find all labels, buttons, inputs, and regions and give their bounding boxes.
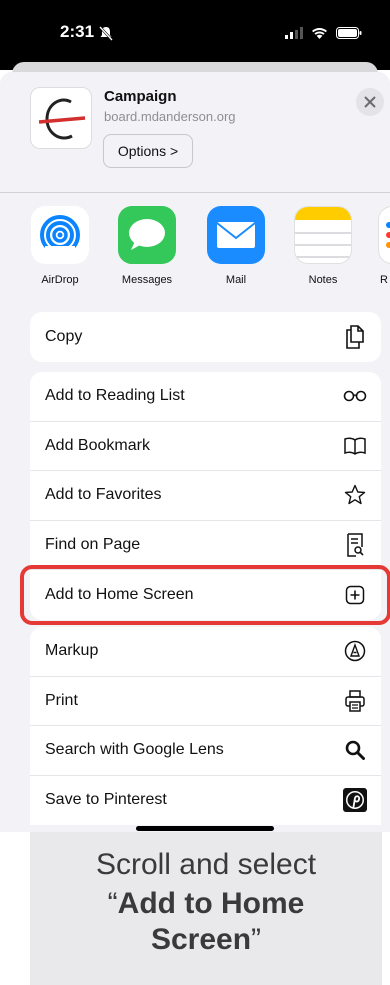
copy-icon [343,324,367,349]
action-label: Add to Reading List [45,387,185,405]
book-icon [343,434,367,458]
options-label: Options > [117,143,179,159]
site-url: board.mdanderson.org [104,109,236,124]
action-print[interactable]: Print [30,677,381,726]
app-label: Mail [225,274,247,286]
printer-icon [343,689,367,713]
actions-group-more: Markup Print Search with Google Lens Sav… [30,627,381,825]
share-apps-row[interactable]: AirDrop Messages Mail Notes R [0,202,390,292]
action-label: Print [45,691,78,709]
share-sheet[interactable]: Campaign board.mdanderson.org Options > [0,72,390,832]
silent-bell-icon [99,26,113,41]
caption-close-quote: ” [251,923,262,956]
app-reminders[interactable]: R [378,206,390,286]
action-label: Save to Pinterest [45,791,167,809]
caption-bold-text: Add to Home Screen [117,887,305,956]
caption-line2: “Add to Home Screen” [30,886,382,958]
action-copy[interactable]: Copy [30,312,381,362]
status-icons [285,24,362,42]
airdrop-icon [31,206,89,264]
battery-icon [336,27,362,39]
options-button[interactable]: Options > [103,134,193,168]
app-label: Messages [121,274,173,286]
action-find-on-page[interactable]: Find on Page [30,521,381,570]
notes-icon [294,206,352,264]
action-label: Search with Google Lens [45,741,224,759]
pinterest-icon [343,788,367,813]
app-mail[interactable]: Mail [205,206,267,286]
signal-icon [285,27,303,39]
caption-line1: Scroll and select [95,848,317,881]
site-logo-icon [30,87,92,149]
messages-icon [118,206,176,264]
site-title: Campaign [104,88,177,105]
app-label: AirDrop [41,274,79,286]
status-bar: 2:31 [0,0,390,70]
close-icon [364,96,376,108]
action-add-to-favorites[interactable]: Add to Favorites [30,471,381,521]
glasses-icon [343,384,367,408]
app-airdrop[interactable]: AirDrop [29,206,91,286]
reminders-icon [378,206,390,264]
instruction-caption: Scroll and select “Add to Home Screen” [30,832,382,985]
action-add-to-reading-list[interactable]: Add to Reading List [30,372,381,422]
close-button[interactable] [356,88,384,116]
highlight-add-to-home-screen [20,565,390,625]
action-save-to-pinterest[interactable]: Save to Pinterest [30,776,381,826]
markup-icon [343,639,367,663]
action-add-bookmark[interactable]: Add Bookmark [30,422,381,471]
star-icon [343,483,367,507]
app-label: Notes [308,274,338,286]
action-label: Copy [45,327,83,345]
home-indicator [136,826,274,831]
search-icon [343,738,367,762]
wifi-icon [312,28,327,39]
status-time: 2:31 [60,22,95,41]
caption-open-quote: “ [107,887,118,920]
mail-icon [207,206,265,264]
action-search-google-lens[interactable]: Search with Google Lens [30,726,381,776]
action-label: Add Bookmark [45,436,150,454]
action-label: Find on Page [45,535,141,553]
header-divider [0,192,390,193]
app-notes[interactable]: Notes [292,206,354,286]
action-markup[interactable]: Markup [30,627,381,677]
app-label: R [380,274,388,286]
find-icon [343,533,367,557]
share-header: Campaign board.mdanderson.org Options > [0,72,390,192]
action-label: Add to Favorites [45,486,162,504]
action-label: Markup [45,642,99,660]
app-messages[interactable]: Messages [116,206,178,286]
actions-group-copy: Copy [30,312,381,362]
